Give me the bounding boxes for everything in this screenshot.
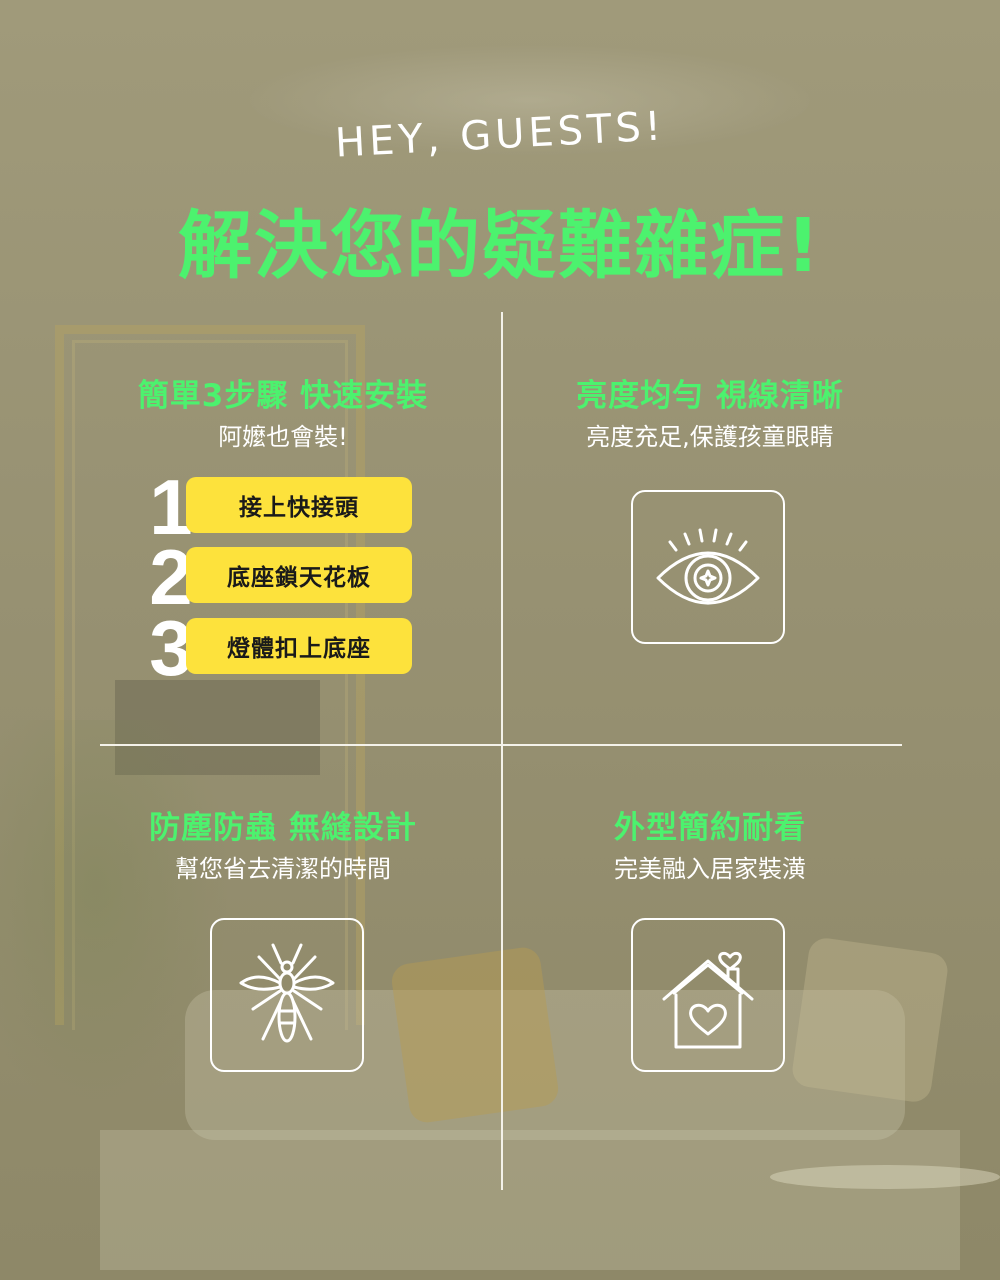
feature-subtitle: 阿嬤也會裝! [218,423,348,451]
pillow-background [389,945,561,1125]
house-heart-icon-box [631,918,785,1072]
side-table-background [770,1165,1000,1189]
eye-icon [656,528,760,605]
feature-dust-bug-proof: 防塵防蟲 無縫設計 幫您省去清潔的時間 [83,808,483,884]
feature-title: 防塵防蟲 無縫設計 [149,810,417,846]
page-title: 解決您的疑難雜症! [178,203,822,289]
feature-title: 簡單3步驟 快速安裝 [137,378,429,414]
horizontal-divider [100,744,902,746]
mosquito-icon-box [210,918,364,1072]
feature-simple-design: 外型簡約耐看 完美融入居家裝潢 [510,808,910,884]
feature-subtitle: 幫您省去清潔的時間 [175,855,391,883]
feature-title: 外型簡約耐看 [614,810,806,846]
step-label: 燈體扣上底座 [186,618,412,674]
step-label: 接上快接頭 [186,477,412,533]
feature-title: 亮度均勻 視線清晰 [576,378,844,414]
feature-easy-install: 簡單3步驟 快速安裝 阿嬤也會裝! [83,376,483,452]
sofa-base-background [100,1130,960,1270]
house-heart-icon [662,951,754,1049]
pillow-background [790,935,950,1105]
feature-page: HEY, GUESTS! 解決您的疑難雜症! 簡單3步驟 快速安裝 阿嬤也會裝!… [0,0,1000,1280]
mosquito-icon [239,943,335,1043]
vertical-divider [501,312,503,1190]
eye-icon-box [631,490,785,644]
feature-subtitle: 完美融入居家裝潢 [614,855,806,883]
feature-even-brightness: 亮度均勻 視線清晰 亮度充足,保護孩童眼睛 [510,376,910,452]
feature-subtitle: 亮度充足,保護孩童眼睛 [586,423,834,451]
step-label: 底座鎖天花板 [186,547,412,603]
